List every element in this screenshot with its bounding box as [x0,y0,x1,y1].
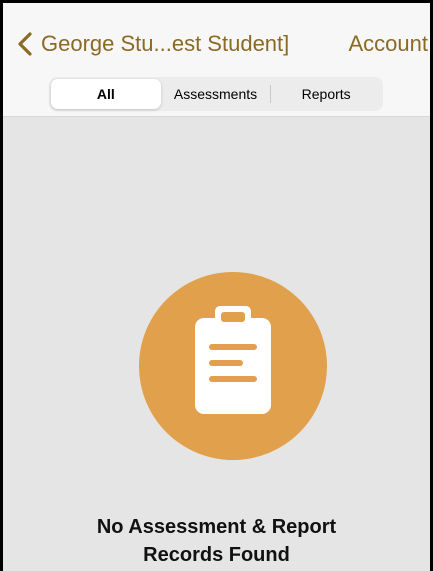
app-screen: George Stu...est Student] Account All As… [0,0,433,571]
account-button[interactable]: Account [349,31,429,57]
tab-assessments[interactable]: Assessments [161,79,271,109]
empty-state-message: No Assessment & Report Records Found [3,513,430,569]
empty-state-line-2: Records Found [143,544,290,566]
clipboard-icon [195,306,271,414]
tab-all[interactable]: All [51,79,161,109]
empty-state-icon-circle [139,272,327,460]
nav-bar: George Stu...est Student] Account [3,23,430,65]
segmented-control: All Assessments Reports [49,77,383,111]
back-button[interactable]: George Stu...est Student] [15,31,289,57]
back-title: George Stu...est Student] [41,31,290,56]
chevron-left-icon [18,32,32,56]
navigation-header: George Stu...est Student] Account All As… [3,3,430,117]
empty-state-line-1: No Assessment & Report [96,516,337,538]
tab-reports[interactable]: Reports [271,79,381,109]
